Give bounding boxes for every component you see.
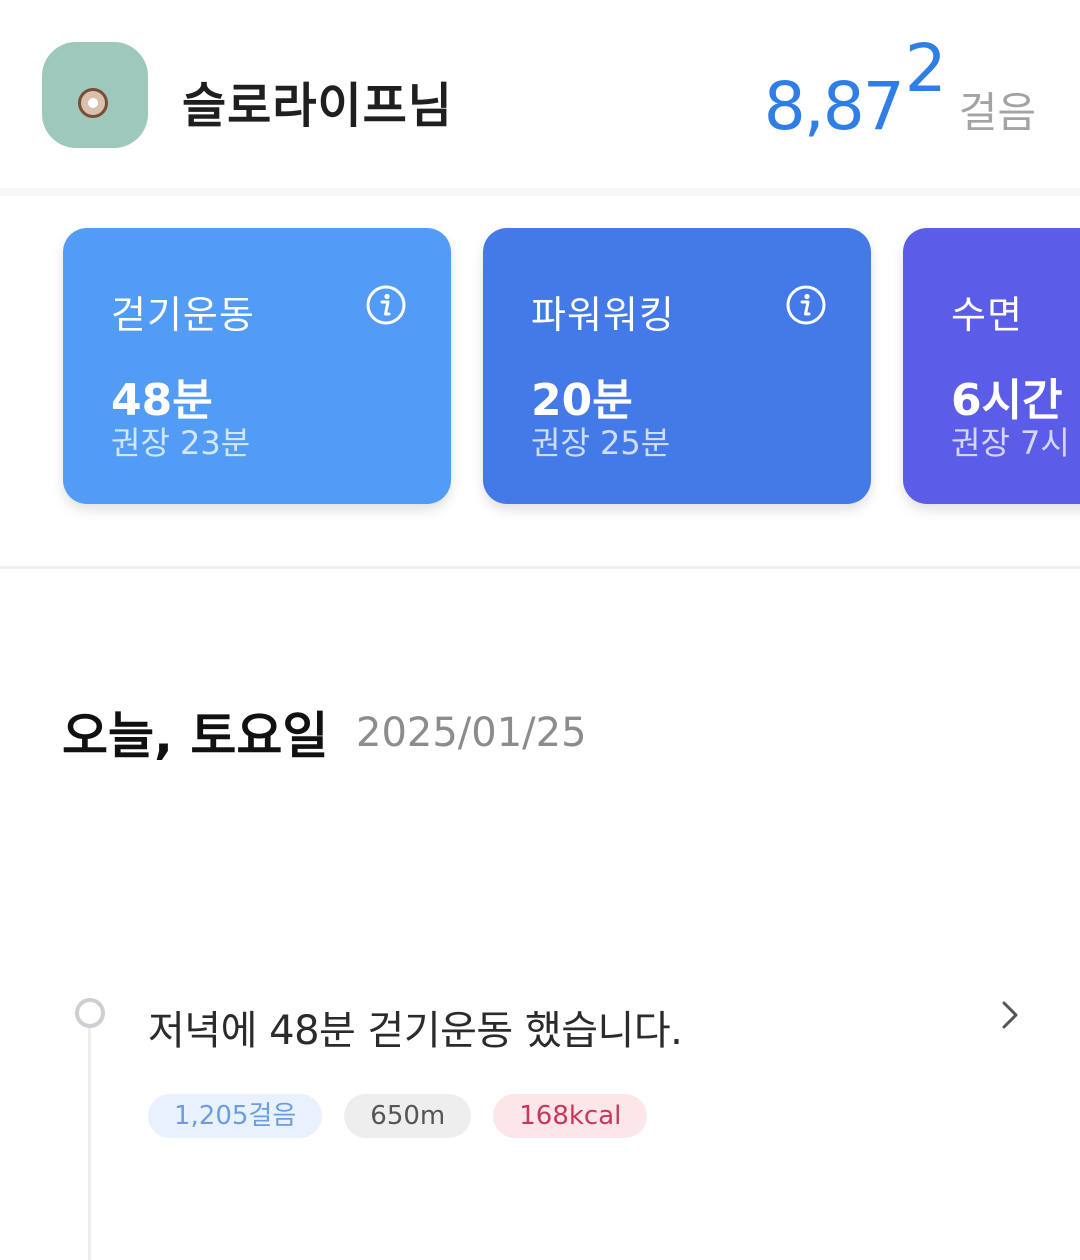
avatar[interactable] [42, 42, 148, 148]
activity-entry-text[interactable]: 저녁에 48분 걷기운동 했습니다. [148, 998, 683, 1056]
chevron-right-icon[interactable] [996, 998, 1024, 1032]
step-unit: 걸음 [958, 88, 1036, 137]
activity-stats: 1,205걸음 650m 168kcal [148, 1094, 648, 1138]
card-sleep[interactable]: 수면 6시간 권장 7시 [903, 228, 1080, 504]
calories-chip: 168kcal [493, 1094, 648, 1138]
info-icon[interactable] [365, 284, 407, 326]
date-label: 2025/01/25 [356, 710, 587, 756]
day-title: 오늘, 토요일 [62, 707, 329, 765]
avatar-image [78, 88, 108, 118]
card-title: 걷기운동 [111, 293, 255, 337]
step-counter[interactable]: 8,87 2 걸음 [763, 36, 1036, 145]
card-title: 파워워킹 [531, 293, 675, 337]
card-title: 수면 [951, 293, 1023, 337]
card-recommended: 권장 25분 [531, 424, 671, 462]
divider [0, 188, 1080, 196]
card-recommended: 권장 7시 [951, 424, 1070, 462]
distance-chip: 650m [344, 1094, 472, 1138]
activity-cards[interactable]: 걷기운동 48분 권장 23분 파워워킹 20분 권장 25분 수면 6시간 권… [0, 196, 1080, 566]
timeline-dot [75, 998, 105, 1028]
steps-chip: 1,205걸음 [148, 1094, 323, 1138]
profile-header: 슬로라이프님 8,87 2 걸음 [0, 0, 1080, 188]
username: 슬로라이프님 [182, 78, 453, 134]
divider [0, 566, 1080, 569]
timeline-line [88, 1022, 91, 1260]
info-icon[interactable] [785, 284, 827, 326]
step-count: 8,87 [763, 68, 905, 145]
step-count-last-digit: 2 [904, 30, 947, 107]
card-recommended: 권장 23분 [111, 424, 251, 462]
card-walking[interactable]: 걷기운동 48분 권장 23분 [63, 228, 451, 504]
card-power-walking[interactable]: 파워워킹 20분 권장 25분 [483, 228, 871, 504]
